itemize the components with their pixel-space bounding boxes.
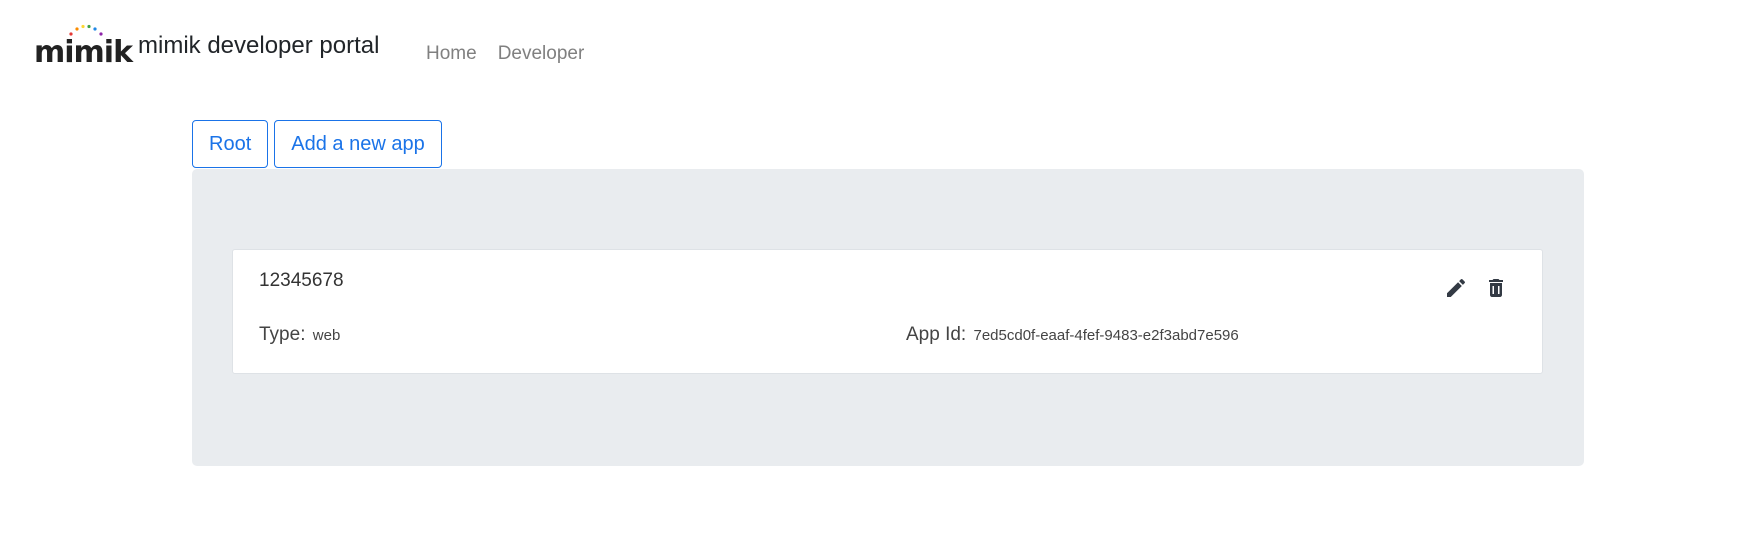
- app-name: 12345678: [259, 270, 344, 291]
- app-type: Type: web: [259, 324, 340, 346]
- page-title: mimik developer portal: [138, 32, 380, 59]
- root-button[interactable]: Root: [192, 120, 269, 168]
- app-type-label: Type:: [259, 324, 306, 345]
- nav-link-developer[interactable]: Developer: [498, 43, 585, 66]
- app-card: 12345678 Type: web App Id: 7ed5cd0f-eaaf…: [232, 249, 1543, 374]
- trash-icon[interactable]: [1484, 276, 1508, 300]
- app-actions: [1444, 276, 1508, 300]
- app-id-value: 7ed5cd0f-eaaf-4fef-9483-e2f3abd7e596: [973, 327, 1239, 344]
- toolbar: Root Add a new app: [192, 120, 448, 168]
- navbar: mimik mimik developer portal Home Develo…: [0, 0, 1749, 100]
- add-app-button[interactable]: Add a new app: [274, 120, 442, 168]
- logo-text: mimik: [34, 35, 133, 70]
- pencil-icon[interactable]: [1444, 276, 1468, 300]
- app-id-label: App Id:: [906, 324, 967, 345]
- nav-link-home[interactable]: Home: [426, 43, 477, 66]
- main-nav: Home Developer: [426, 43, 605, 66]
- app-type-value: web: [312, 327, 341, 344]
- app-id: App Id: 7ed5cd0f-eaaf-4fef-9483-e2f3abd7…: [906, 324, 1239, 346]
- brand[interactable]: mimik mimik developer portal: [34, 24, 379, 68]
- mimik-logo: mimik: [34, 24, 133, 68]
- apps-panel: 12345678 Type: web App Id: 7ed5cd0f-eaaf…: [192, 169, 1584, 466]
